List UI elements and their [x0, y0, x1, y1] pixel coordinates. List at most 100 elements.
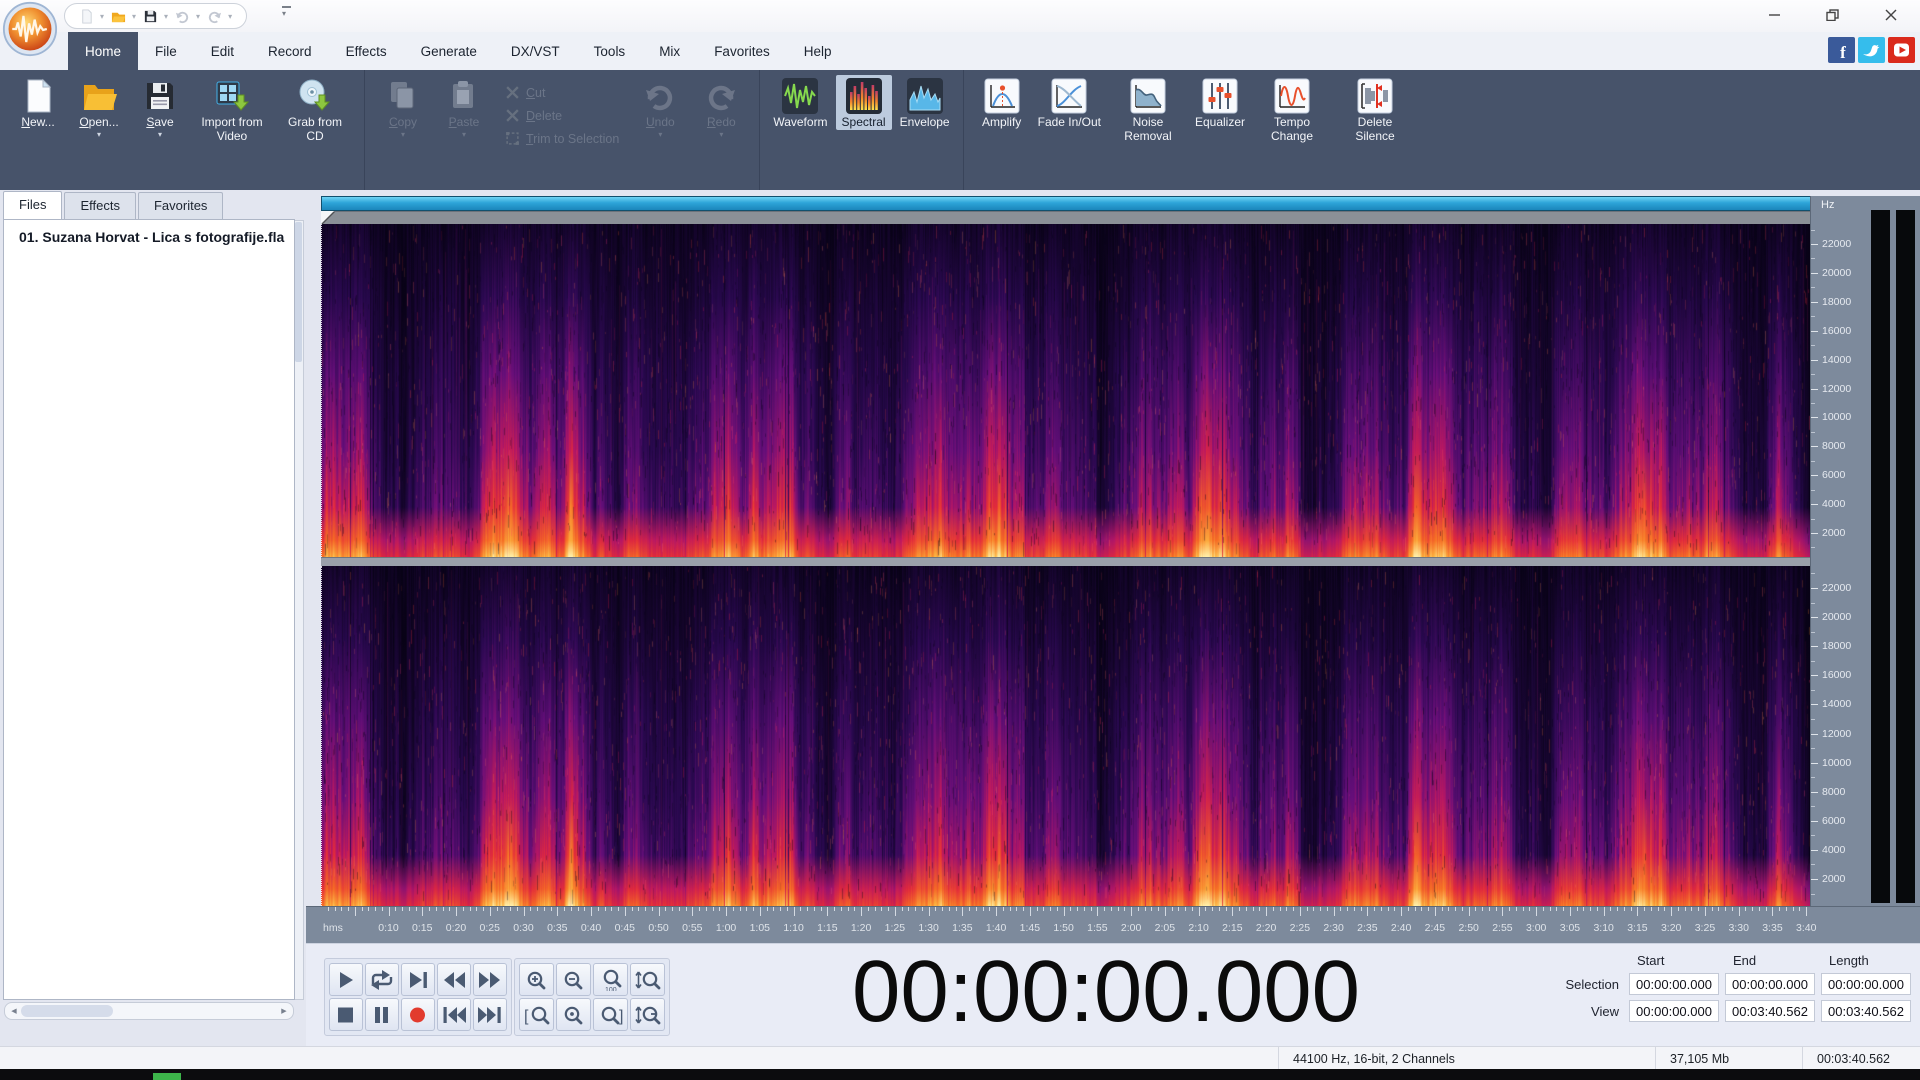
zoom-vertical-in-button[interactable]: [630, 963, 665, 996]
time-ruler[interactable]: hms 0:10 0:15 0:20 0:25 0:30 0:35 0:40 0:45 0:50…: [306, 906, 1920, 944]
loop-button[interactable]: [365, 963, 399, 996]
dropdown-arrow-icon[interactable]: ▾: [97, 130, 101, 139]
facebook-icon[interactable]: f: [1828, 37, 1855, 63]
ribbon-tab-effects[interactable]: Effects: [329, 32, 404, 70]
ribbon-tab-dx-vst[interactable]: DX/VST: [494, 32, 577, 70]
scroll-right-icon[interactable]: ▶: [277, 1003, 291, 1019]
ribbon-button-new[interactable]: New...: [10, 75, 66, 130]
ribbon-button-amplify[interactable]: Amplify: [974, 75, 1030, 130]
pause-button[interactable]: [365, 998, 399, 1031]
ribbon-button-tempo-change[interactable]: Tempo Change: [1253, 75, 1331, 144]
scrollbar-thumb[interactable]: [21, 1005, 113, 1017]
dropdown-arrow-icon[interactable]: ▾: [401, 130, 405, 139]
sidebar-tab-effects[interactable]: Effects: [64, 192, 136, 219]
restore-button[interactable]: [1804, 0, 1862, 30]
customize-toolbar-icon[interactable]: ▾: [282, 6, 291, 18]
ribbon-button-fade-in-out[interactable]: Fade In/Out: [1035, 75, 1104, 130]
go-to-end-button[interactable]: [473, 998, 507, 1031]
view-start-field[interactable]: 00:00:00.000: [1629, 1000, 1719, 1022]
zoom-out-button[interactable]: [556, 963, 591, 996]
view-length-field[interactable]: 00:03:40.562: [1821, 1000, 1911, 1022]
ribbon-tab-generate[interactable]: Generate: [404, 32, 494, 70]
fast-forward-button[interactable]: [473, 963, 507, 996]
ribbon-button-noise-removal[interactable]: Noise Removal: [1109, 75, 1187, 144]
twitter-icon[interactable]: [1858, 37, 1885, 63]
ribbon-tab-edit[interactable]: Edit: [194, 32, 251, 70]
stop-button[interactable]: [329, 998, 363, 1031]
record-button[interactable]: [401, 998, 435, 1031]
sidebar-tab-files[interactable]: Files: [3, 191, 63, 219]
selection-length-field[interactable]: 00:00:00.000: [1821, 973, 1911, 995]
scroll-left-icon[interactable]: ◀: [7, 1003, 21, 1019]
ruler-label: 1:20: [850, 922, 872, 934]
ruler-tick: [604, 907, 606, 911]
freq-minor-tick: [1811, 547, 1815, 549]
dropdown-arrow-icon[interactable]: ▾: [164, 12, 168, 21]
selection-start-field[interactable]: 00:00:00.000: [1629, 973, 1719, 995]
close-button[interactable]: [1862, 0, 1920, 30]
frequency-unit-label: Hz: [1821, 199, 1835, 211]
ruler-label: 0:10: [378, 922, 399, 934]
minimize-button[interactable]: [1746, 0, 1804, 30]
ruler-label: 0:25: [479, 922, 500, 934]
play-to-end-button[interactable]: [401, 963, 435, 996]
zoom-selection-end-button[interactable]: ]: [593, 998, 628, 1031]
qat-open-folder-icon[interactable]: [109, 7, 127, 25]
ribbon-button-import-from-video[interactable]: Import from Video: [193, 75, 271, 144]
dropdown-arrow-icon[interactable]: ▾: [462, 130, 466, 139]
ribbon-tab-file[interactable]: File: [138, 32, 194, 70]
freq-tick-label: 10000: [1822, 756, 1852, 769]
scrollbar-thumb[interactable]: [295, 222, 302, 362]
view-end-field[interactable]: 00:03:40.562: [1725, 1000, 1815, 1022]
ribbon-tab-home[interactable]: Home: [68, 32, 139, 70]
ribbon-button-label: Trim to Selection: [526, 131, 620, 146]
zoom-selection-button[interactable]: [556, 998, 591, 1031]
play-button[interactable]: [329, 963, 363, 996]
ribbon-button-delete-silence[interactable]: Delete Silence: [1336, 75, 1414, 144]
ruler-tick: [1806, 907, 1808, 916]
dropdown-arrow-icon[interactable]: ▾: [719, 130, 723, 139]
ribbon-button-trim-to-selection: Trim to Selection: [505, 131, 619, 146]
playback-cursor-flag[interactable]: [321, 211, 334, 224]
dropdown-arrow-icon[interactable]: ▾: [658, 130, 662, 139]
ribbon-button-grab-from-cd[interactable]: Grab from CD: [276, 75, 354, 144]
rewind-button[interactable]: [437, 963, 471, 996]
dropdown-arrow-icon[interactable]: ▾: [196, 12, 200, 21]
youtube-icon[interactable]: [1888, 37, 1915, 63]
ruler-tick: [1461, 907, 1463, 911]
selection-end-field[interactable]: 00:00:00.000: [1725, 973, 1815, 995]
zoom-selection-start-button[interactable]: [: [519, 998, 554, 1031]
ribbon-button-open[interactable]: Open... ▾: [71, 75, 127, 139]
dropdown-arrow-icon[interactable]: ▾: [132, 12, 136, 21]
ribbon-tab-tools[interactable]: Tools: [577, 32, 643, 70]
qat-save-floppy-icon[interactable]: [141, 7, 159, 25]
sidebar-tab-favorites[interactable]: Favorites: [137, 192, 224, 219]
ribbon-button-equalizer[interactable]: Equalizer: [1192, 75, 1248, 130]
ribbon-tab-help[interactable]: Help: [787, 32, 849, 70]
cursor-marker-band[interactable]: [321, 211, 1810, 225]
ribbon-button-save[interactable]: Save ▾: [132, 75, 188, 139]
dropdown-arrow-icon[interactable]: ▾: [158, 130, 162, 139]
ribbon-button-envelope[interactable]: Envelope: [897, 75, 953, 130]
freq-tick: [1811, 646, 1818, 648]
spectrogram-left-channel[interactable]: [321, 224, 1810, 557]
ribbon-tab-favorites[interactable]: Favorites: [697, 32, 787, 70]
ribbon-button-spectral[interactable]: Spectral: [835, 75, 892, 130]
ribbon-tab-record[interactable]: Record: [251, 32, 329, 70]
zoom-vertical-out-button[interactable]: [630, 998, 665, 1031]
ribbon-button-waveform[interactable]: Waveform: [770, 75, 830, 130]
overview-seek-bar[interactable]: [321, 196, 1812, 211]
ribbon-tab-mix[interactable]: Mix: [642, 32, 697, 70]
ribbon: New... Open... ▾ Save ▾ Import from Video Grab…: [0, 70, 1920, 213]
go-to-start-button[interactable]: [437, 998, 471, 1031]
app-logo-icon[interactable]: [2, 1, 58, 57]
freq-tick-label: 2000: [1822, 527, 1846, 539]
zoom-in-button[interactable]: [519, 963, 554, 996]
ruler-tick: [1266, 907, 1268, 916]
sidebar-horizontal-scrollbar[interactable]: ◀ ▶: [4, 1002, 294, 1020]
spectrogram-right-channel[interactable]: [321, 566, 1810, 906]
zoom-100-button[interactable]: 100: [593, 963, 628, 996]
transport-controls: [324, 958, 512, 1036]
dropdown-arrow-icon[interactable]: ▾: [228, 12, 232, 21]
file-list-item[interactable]: 01. Suzana Horvat - Lica s fotografije.f…: [4, 220, 294, 249]
